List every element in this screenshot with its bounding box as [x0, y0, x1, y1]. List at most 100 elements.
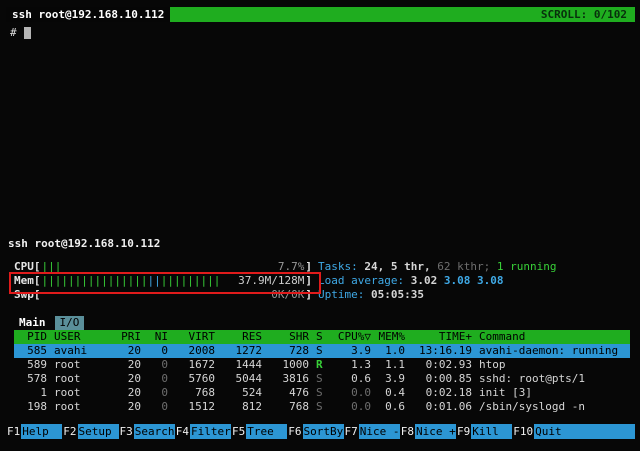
load-5min: 3.08 [444, 274, 471, 287]
fkey-nice-minus[interactable]: F7Nice - [344, 424, 400, 439]
fkey-sortby[interactable]: F6SortBy [287, 424, 343, 439]
cell-shr: 476 [269, 386, 309, 400]
cell-pri: 20 [121, 400, 141, 414]
cell-time: 0:02.93 [412, 358, 472, 372]
tab-main[interactable]: Main [14, 316, 51, 330]
cell-ni: 0 [148, 386, 168, 400]
cell-user: root [54, 386, 114, 400]
cell-res: 812 [222, 400, 262, 414]
fkey-key: F9 [456, 425, 471, 439]
tab-io[interactable]: I/O [55, 316, 85, 330]
fkey-quit[interactable]: F10Quit [512, 424, 635, 439]
uptime-line: Uptime: 05:05:35 [318, 288, 424, 302]
col-time[interactable]: TIME+ [412, 330, 472, 344]
table-header: PID USER PRI NI VIRT RES SHR S CPU%▽ MEM… [14, 330, 630, 344]
col-pri[interactable]: PRI [121, 330, 141, 344]
uptime-value: 05:05:35 [371, 288, 424, 301]
tasks-threads: 5 thr, [391, 260, 431, 273]
bracket-close: ] [305, 288, 312, 302]
fkey-key: F2 [62, 425, 77, 439]
col-mem[interactable]: MEM% [378, 330, 405, 344]
cell-state: S [316, 386, 324, 400]
scroll-indicator: SCROLL: 0/102 [541, 8, 635, 22]
mem-meter: Mem[|||||||||||||||||||||||||||37.9M/128… [14, 274, 312, 288]
terminal-screen: ssh root@192.168.10.112 SCROLL: 0/102 # … [0, 0, 640, 451]
cell-res: 524 [222, 386, 262, 400]
table-row[interactable]: 1 root 20 0 768 524 476 S 0.0 0.4 0:02.1… [14, 386, 630, 400]
table-row[interactable]: 578 root 20 0 5760 5044 3816 S 0.6 3.9 0… [14, 372, 630, 386]
screen-tabs: Main I/O [14, 316, 630, 330]
fkey-label: Help [21, 424, 62, 439]
cell-command: sshd: root@pts/1 [479, 372, 630, 386]
fkey-filter[interactable]: F4Filter [175, 424, 231, 439]
col-shr[interactable]: SHR [269, 330, 309, 344]
cpu-meter-label: CPU [14, 260, 34, 274]
col-state[interactable]: S [316, 330, 324, 344]
fkey-help[interactable]: F1Help [6, 424, 62, 439]
table-row[interactable]: 589 root 20 0 1672 1444 1000 R 1.3 1.1 0… [14, 358, 630, 372]
mem-meter-label: Mem [14, 274, 34, 288]
fkey-key: F3 [119, 425, 134, 439]
col-user[interactable]: USER [54, 330, 114, 344]
cpu-meter: CPU[|||7.7%] [14, 260, 312, 274]
fkey-label: Nice + [415, 424, 456, 439]
cell-cpu: 0.6 [331, 372, 371, 386]
fkey-key: F5 [231, 425, 246, 439]
cell-command: init [3] [479, 386, 630, 400]
cell-pid: 578 [14, 372, 47, 386]
col-res[interactable]: RES [222, 330, 262, 344]
cell-state: S [316, 344, 324, 358]
cell-virt: 5760 [175, 372, 215, 386]
cell-virt: 1672 [175, 358, 215, 372]
fkey-key: F4 [175, 425, 190, 439]
col-cpu-sort[interactable]: CPU%▽ [331, 330, 371, 344]
bracket-close: ] [305, 274, 312, 288]
load-average-line: Load average: 3.02 3.08 3.08 [318, 274, 503, 288]
col-pid[interactable]: PID [14, 330, 47, 344]
tasks-label: Tasks: [318, 260, 358, 273]
col-command[interactable]: Command [479, 330, 630, 344]
cell-shr: 3816 [269, 372, 309, 386]
cell-virt: 1512 [175, 400, 215, 414]
cell-time: 0:00.85 [412, 372, 472, 386]
table-row-selected[interactable]: 585 avahi 20 0 2008 1272 728 S 3.9 1.0 1… [14, 344, 630, 358]
cursor-block [24, 27, 31, 39]
top-terminal-pane[interactable]: # [6, 22, 635, 232]
col-ni[interactable]: NI [148, 330, 168, 344]
swap-meter-label: Swp [14, 288, 34, 302]
cell-cpu: 0.0 [331, 386, 371, 400]
fkey-label: Tree [246, 424, 287, 439]
top-status-bar: ssh root@192.168.10.112 SCROLL: 0/102 [6, 7, 635, 22]
mem-meter-value: 37.9M/128M [238, 274, 304, 288]
prompt-line: # [6, 22, 635, 40]
fkey-setup[interactable]: F2Setup [62, 424, 118, 439]
top-pane-title: ssh root@192.168.10.112 [6, 7, 170, 22]
uptime-label: Uptime: [318, 288, 364, 301]
table-row[interactable]: 198 root 20 0 1512 812 768 S 0.0 0.6 0:0… [14, 400, 630, 414]
tasks-running: 1 running [497, 260, 557, 273]
cell-cpu: 0.0 [331, 400, 371, 414]
fkey-kill[interactable]: F9Kill [456, 424, 512, 439]
tasks-count: 24, [364, 260, 384, 273]
fkey-search[interactable]: F3Search [119, 424, 175, 439]
cell-res: 5044 [222, 372, 262, 386]
load-1min: 3.02 [411, 274, 438, 287]
cell-mem: 1.1 [378, 358, 405, 372]
fkey-label: SortBy [303, 424, 344, 439]
fkey-nice-plus[interactable]: F8Nice + [400, 424, 456, 439]
cell-pid: 198 [14, 400, 47, 414]
fkey-label: Quit [534, 424, 635, 439]
col-virt[interactable]: VIRT [175, 330, 215, 344]
tasks-kthreads: 62 kthr; [437, 260, 490, 273]
fkey-key: F8 [400, 425, 415, 439]
cell-virt: 768 [175, 386, 215, 400]
cell-time: 0:01.06 [412, 400, 472, 414]
bracket-open: [ [34, 288, 41, 302]
fkey-tree[interactable]: F5Tree [231, 424, 287, 439]
bracket-open: [ [34, 260, 41, 274]
cell-command: htop [479, 358, 630, 372]
cell-state: S [316, 372, 324, 386]
cell-ni: 0 [148, 400, 168, 414]
bottom-pane-title: ssh root@192.168.10.112 [8, 237, 160, 251]
mem-meter-bars-cache: ||||||||| [161, 274, 221, 287]
